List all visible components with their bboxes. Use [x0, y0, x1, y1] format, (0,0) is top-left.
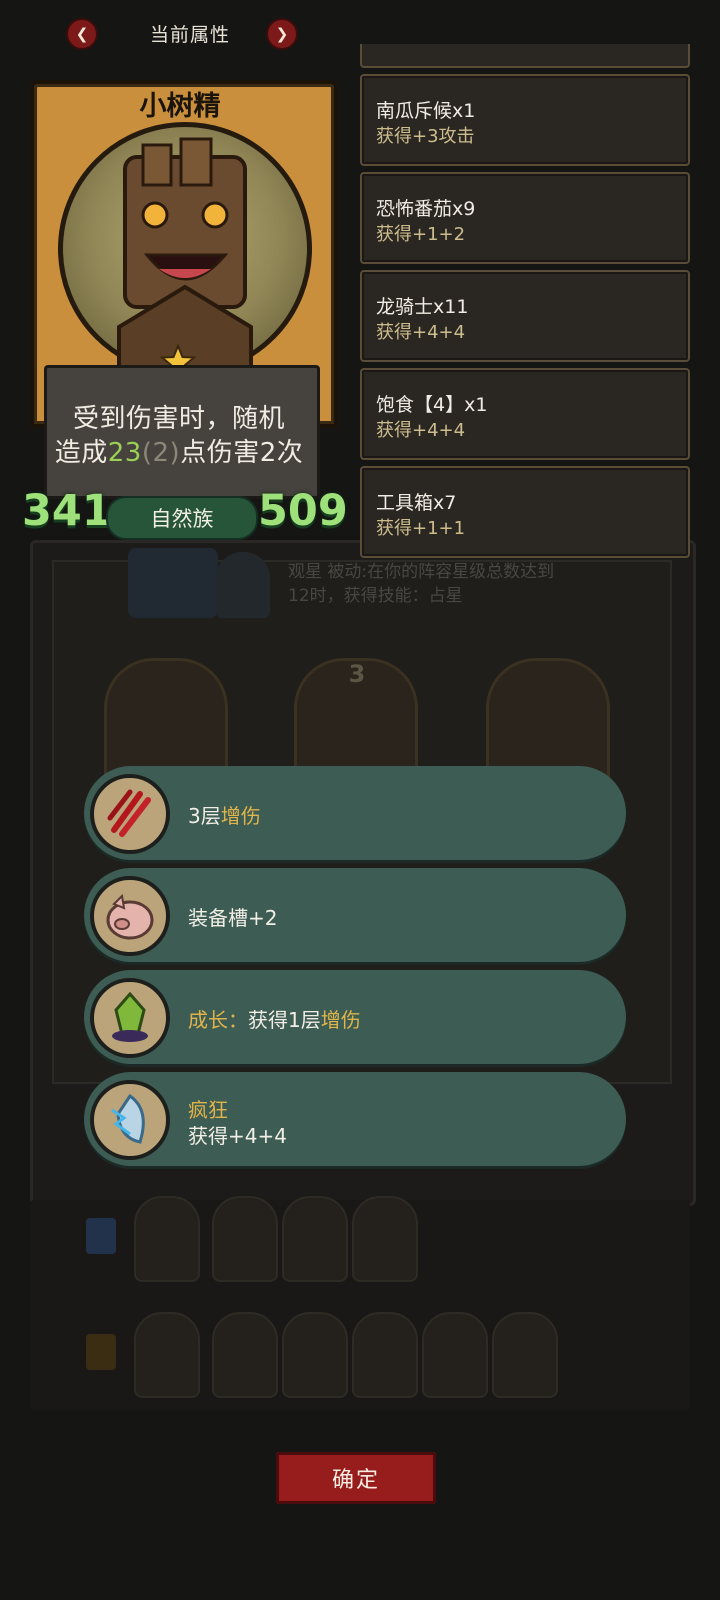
background-hero-portrait — [128, 548, 218, 618]
background-passive-text: 观星 被动:在你的阵容星级总数达到 12时，获得技能：占星 — [288, 560, 628, 608]
chevron-left-icon: ❮ — [75, 25, 89, 43]
equipment-item[interactable]: 南瓜斥候x1 获得+3攻击 — [360, 74, 690, 166]
equipment-item[interactable]: 恐怖番茄x9 获得+1+2 — [360, 172, 690, 264]
equipment-bonus: 获得+3攻击 — [376, 126, 475, 147]
prev-arrow-button[interactable]: ❮ — [66, 18, 98, 50]
attack-stat: 341 — [22, 486, 112, 536]
equipment-name: 恐怖番茄x9 — [376, 198, 476, 220]
treant-face-icon — [117, 137, 253, 373]
green-crystal-icon — [90, 978, 170, 1058]
option-growth[interactable]: 成长：获得1层增伤 — [84, 970, 626, 1064]
equipment-item-partial — [360, 44, 690, 68]
option-highlight: 增伤 — [220, 804, 261, 828]
bench-tier-badge — [86, 1334, 116, 1370]
lightning-crest-icon — [90, 1080, 170, 1160]
option-prefix: 3层 — [188, 804, 221, 828]
option-highlight: 增伤 — [320, 1008, 361, 1032]
background-passive-line2: 12时，获得技能：占星 — [288, 586, 463, 606]
bench-slot — [422, 1312, 488, 1398]
bench-slot — [134, 1196, 200, 1282]
ability-text: 造成 — [54, 438, 108, 468]
page-title: 当前属性 — [149, 24, 230, 46]
equipment-name: 工具箱x7 — [376, 492, 457, 514]
bench-tier-badge — [86, 1218, 116, 1254]
bench-slot — [212, 1312, 278, 1398]
option-subtitle: 获得+4+4 — [188, 1124, 287, 1148]
equipment-name: 饱食【4】x1 — [376, 394, 488, 416]
equipment-bonus: 获得+1+1 — [376, 518, 466, 539]
option-equip-slot[interactable]: 装备槽+2 — [84, 868, 626, 962]
unit-name: 小树精 — [139, 91, 221, 122]
background-card-rank: 3 — [348, 660, 366, 688]
tribe-badge: 自然族 — [106, 496, 258, 540]
equipment-item[interactable]: 龙骑士x11 获得+4+4 — [360, 270, 690, 362]
equipment-bonus: 获得+4+4 — [376, 322, 466, 343]
bench-slot — [282, 1196, 348, 1282]
next-arrow-button[interactable]: ❯ — [266, 18, 298, 50]
bench-slot — [492, 1312, 558, 1398]
bench-slot — [352, 1196, 418, 1282]
unit-portrait — [58, 122, 312, 376]
option-text: 成长：获得1层增伤 — [188, 1004, 361, 1033]
confirm-button[interactable]: 确定 — [276, 1452, 436, 1504]
ability-text: 点伤害2次 — [180, 438, 304, 468]
ability-damage-value: 23 — [107, 438, 142, 468]
equipment-bonus: 获得+1+2 — [376, 224, 466, 245]
option-frenzy[interactable]: 疯狂 获得+4+4 — [84, 1072, 626, 1166]
health-stat: 509 — [258, 486, 348, 536]
bench-slot — [212, 1196, 278, 1282]
option-mid: 获得1层 — [248, 1008, 321, 1032]
option-text: 装备槽+2 — [188, 906, 278, 930]
equipment-name: 龙骑士x11 — [376, 296, 469, 318]
background-mirror-icon — [216, 552, 270, 618]
ability-line-2: 造成23(2)点伤害2次 — [44, 432, 314, 469]
option-prefix: 成长： — [188, 1008, 248, 1032]
claw-slash-icon — [90, 774, 170, 854]
chevron-right-icon: ❯ — [275, 25, 289, 43]
bench-slot — [352, 1312, 418, 1398]
equipment-bonus: 获得+4+4 — [376, 420, 466, 441]
option-title: 疯狂 — [188, 1098, 228, 1122]
ability-line-1: 受到伤害时，随机 — [72, 404, 285, 434]
equipment-name: 南瓜斥候x1 — [376, 100, 476, 122]
bench-slot — [282, 1312, 348, 1398]
pig-icon — [90, 876, 170, 956]
bench-slot — [134, 1312, 200, 1398]
option-damage-boost[interactable]: 3层增伤 — [84, 766, 626, 860]
equipment-item[interactable]: 饱食【4】x1 获得+4+4 — [360, 368, 690, 460]
equipment-item[interactable]: 工具箱x7 获得+1+1 — [360, 466, 690, 558]
option-text: 3层增伤 — [188, 800, 261, 829]
ability-damage-bonus: (2) — [141, 438, 181, 468]
background-passive-line1: 观星 被动:在你的阵容星级总数达到 — [288, 562, 555, 582]
